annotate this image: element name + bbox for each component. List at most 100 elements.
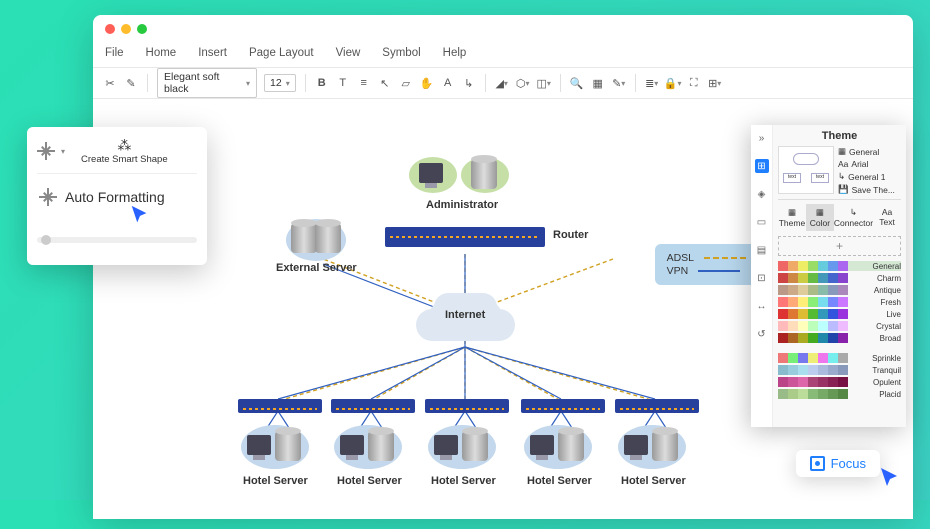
grid-icon[interactable]: ▦ <box>591 76 605 90</box>
tab-theme[interactable]: ▦Theme <box>778 204 806 231</box>
swatch-general[interactable]: General <box>778 261 901 271</box>
layers-icon[interactable]: ≣▾ <box>645 76 659 90</box>
node-switch-3[interactable] <box>425 399 509 413</box>
swatch-sprinkle[interactable]: Sprinkle <box>778 353 901 363</box>
swatch-broad[interactable]: Broad <box>778 333 901 343</box>
align-icon[interactable]: ≡ <box>357 76 371 90</box>
node-extserver-db1[interactable] <box>291 223 317 253</box>
font-size-select[interactable]: 12▾ <box>264 74 296 92</box>
node-hotel-db-3[interactable] <box>462 431 488 461</box>
pen-icon[interactable]: ✎▾ <box>612 76 626 90</box>
node-hotel-pc-4[interactable] <box>530 435 554 455</box>
menu-file[interactable]: File <box>105 47 124 59</box>
rail-theme-icon[interactable]: ⊞ <box>755 159 769 173</box>
tab-color[interactable]: ▦Color <box>806 204 834 231</box>
font-select[interactable]: Elegant soft black▾ <box>157 68 257 98</box>
theme-item-general[interactable]: ▦ General <box>838 146 895 157</box>
rail-layers-icon[interactable]: ◈ <box>755 187 769 201</box>
label-hotel-1: Hotel Server <box>243 475 308 487</box>
menu-view[interactable]: View <box>336 47 361 59</box>
fill-icon[interactable]: ◢▾ <box>495 76 509 90</box>
swatch-fresh[interactable]: Fresh <box>778 297 901 307</box>
rail-snap-icon[interactable]: ⊡ <box>755 271 769 285</box>
label-external-server: External Server <box>276 262 357 274</box>
auto-formatting-label[interactable]: Auto Formatting <box>65 189 165 205</box>
node-hotel-db-1[interactable] <box>275 431 301 461</box>
node-hotel-pc-2[interactable] <box>340 435 364 455</box>
snap-icon[interactable]: ⊞▾ <box>708 76 722 90</box>
swatch-charm[interactable]: Charm <box>778 273 901 283</box>
node-hotel-pc-3[interactable] <box>434 435 458 455</box>
lock-icon[interactable]: 🔒▾ <box>666 76 680 90</box>
expand-icon[interactable]: ⛶ <box>687 76 701 90</box>
menu-home[interactable]: Home <box>146 47 177 59</box>
rail-doc-icon[interactable]: ▤ <box>755 243 769 257</box>
swatch-crystal[interactable]: Crystal <box>778 321 901 331</box>
node-admin-pc[interactable] <box>419 163 443 183</box>
rail-history-icon[interactable]: ↺ <box>755 327 769 341</box>
bold-icon[interactable]: B <box>315 76 329 90</box>
crop-icon[interactable]: ◫▾ <box>537 76 551 90</box>
node-switch-4[interactable] <box>521 399 605 413</box>
theme-item-arial[interactable]: Aa Arial <box>838 159 895 169</box>
focus-button[interactable]: Focus <box>796 450 880 477</box>
swatch-live[interactable]: Live <box>778 309 901 319</box>
selection-icon[interactable]: ▱ <box>399 76 413 90</box>
text-tool-icon[interactable]: A <box>441 76 455 90</box>
line-color-icon[interactable]: ⬡▾ <box>516 76 530 90</box>
node-hotel-db-2[interactable] <box>368 431 394 461</box>
legend-adsl-line <box>704 257 746 259</box>
menu-help[interactable]: Help <box>443 47 467 59</box>
cursor-icon-2 <box>878 466 902 490</box>
menu-symbol[interactable]: Symbol <box>382 47 420 59</box>
cut-icon[interactable]: ✂ <box>103 76 117 90</box>
maximize-icon[interactable] <box>137 24 147 34</box>
swatch-antique[interactable]: Antique <box>778 285 901 295</box>
theme-item-general1[interactable]: ↳ General 1 <box>838 171 895 182</box>
node-switch-5[interactable] <box>615 399 699 413</box>
cursor-tool-icon[interactable]: ↖ <box>378 76 392 90</box>
label-hotel-4: Hotel Server <box>527 475 592 487</box>
legend-vpn-label: VPN <box>667 265 689 277</box>
auto-format-icon <box>39 188 57 206</box>
swatch-opulent[interactable]: Opulent <box>778 377 901 387</box>
menu-page-layout[interactable]: Page Layout <box>249 47 314 59</box>
node-extserver-db2[interactable] <box>315 223 341 253</box>
label-hotel-3: Hotel Server <box>431 475 496 487</box>
menu-insert[interactable]: Insert <box>198 47 227 59</box>
theme-preview[interactable]: text text <box>778 146 834 194</box>
intensity-slider[interactable] <box>37 237 197 243</box>
node-admin-db[interactable] <box>471 159 497 189</box>
node-hotel-db-4[interactable] <box>558 431 584 461</box>
swatch-tranquil[interactable]: Tranquil <box>778 365 901 375</box>
label-hotel-5: Hotel Server <box>621 475 686 487</box>
close-icon[interactable] <box>105 24 115 34</box>
sparkle-icon[interactable] <box>37 142 55 160</box>
theme-item-save[interactable]: 💾 Save The... <box>838 184 895 195</box>
node-hotel-pc-5[interactable] <box>624 435 648 455</box>
add-color-theme-button[interactable]: + <box>778 236 901 256</box>
swatch-placid[interactable]: Placid <box>778 389 901 399</box>
node-switch-1[interactable] <box>238 399 322 413</box>
create-smart-shape-button[interactable]: ⁂ Create Smart Shape <box>81 137 168 165</box>
tab-text[interactable]: AaText <box>873 204 901 231</box>
node-main-switch[interactable] <box>385 227 545 247</box>
legend: ADSL VPN <box>655 244 758 285</box>
search-icon[interactable]: 🔍 <box>570 76 584 90</box>
text-icon[interactable]: T <box>336 76 350 90</box>
node-switch-2[interactable] <box>331 399 415 413</box>
minimize-icon[interactable] <box>121 24 131 34</box>
window-controls <box>93 15 913 43</box>
theme-panel: » ⊞ ◈ ▭ ▤ ⊡ ↔ ↺ Theme text text ▦ Genera… <box>751 125 906 427</box>
node-hotel-pc-1[interactable] <box>247 435 271 455</box>
rail-page-icon[interactable]: ▭ <box>755 215 769 229</box>
rail-collapse-icon[interactable]: » <box>755 131 769 145</box>
node-hotel-db-5[interactable] <box>652 431 678 461</box>
rail-more-icon[interactable]: ↔ <box>755 299 769 313</box>
connector-icon[interactable]: ↳ <box>462 76 476 90</box>
hand-icon[interactable]: ✋ <box>420 76 434 90</box>
label-router: Router <box>553 229 588 241</box>
tab-connector[interactable]: ↳Connector <box>834 204 873 231</box>
chevron-down-icon[interactable]: ▾ <box>61 147 65 156</box>
format-painter-icon[interactable]: ✎ <box>124 76 138 90</box>
